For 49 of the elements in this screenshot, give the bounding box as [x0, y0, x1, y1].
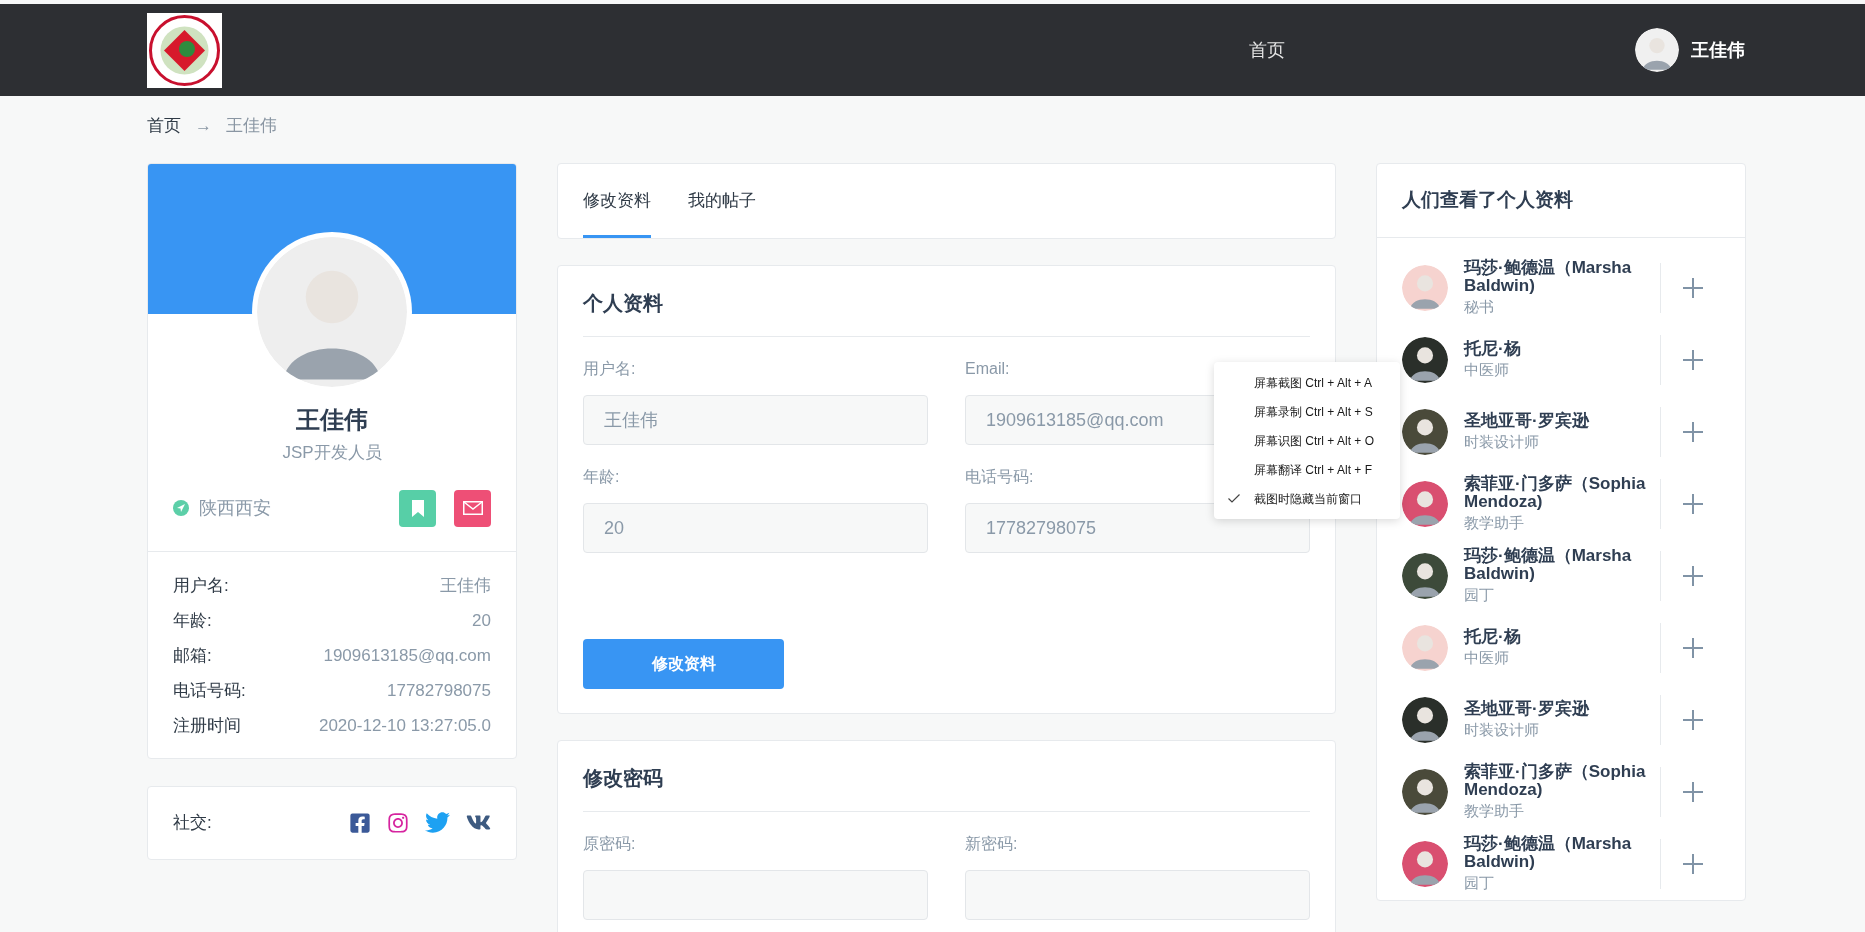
person-role: 中医师	[1464, 360, 1510, 380]
info-value: 2020-12-10 13:27:05.0	[318, 714, 491, 737]
tab[interactable]: 我的帖子	[688, 162, 756, 238]
info-label: 邮箱:	[173, 644, 212, 667]
person-name[interactable]: 玛莎·鲍德温（Marsha Baldwin)	[1464, 835, 1654, 871]
info-value: 20	[472, 609, 491, 632]
person-name[interactable]: 玛莎·鲍德温（Marsha Baldwin)	[1464, 547, 1654, 583]
person-role: 秘书	[1464, 297, 1495, 317]
info-label: 年龄:	[173, 609, 212, 632]
info-label: 注册时间	[173, 714, 241, 737]
person-name[interactable]: 托尼·杨	[1464, 340, 1654, 358]
nav-link[interactable]: 首页	[1249, 36, 1285, 64]
field-label: Email:	[965, 359, 1010, 379]
person-role: 园丁	[1464, 873, 1495, 893]
field-label: 电话号码:	[965, 467, 1034, 487]
person-name[interactable]: 索菲亚·门多萨（Sophia Mendoza)	[1464, 763, 1654, 799]
person-role: 教学助手	[1464, 801, 1525, 821]
section-title: 个人资料	[583, 288, 1310, 337]
info-value: 1909613185@qq.com	[323, 644, 491, 667]
info-value: 王佳伟	[440, 574, 491, 597]
menu-item[interactable]: 屏幕截图 Ctrl + Alt + A	[1214, 368, 1400, 397]
info-label: 用户名:	[173, 574, 229, 597]
arrow-icon: →	[195, 113, 212, 139]
person-role: 园丁	[1464, 585, 1495, 605]
menu-item[interactable]: 屏幕翻译 Ctrl + Alt + F	[1214, 455, 1400, 484]
person-name[interactable]: 圣地亚哥·罗宾逊	[1464, 412, 1654, 430]
social-label: 社交:	[173, 811, 212, 834]
field-label: 新密码:	[965, 834, 1018, 854]
location-text: 陕西西安	[199, 496, 271, 520]
section-title: 修改密码	[583, 763, 1310, 812]
person-role: 中医师	[1464, 648, 1510, 668]
breadcrumb-link[interactable]: 首页	[147, 113, 181, 139]
viewers-title: 人们查看了个人资料	[1377, 164, 1745, 238]
field-label: 年龄:	[583, 467, 620, 487]
person-name[interactable]: 托尼·杨	[1464, 628, 1654, 646]
field-label: 原密码:	[583, 834, 636, 854]
profile-name: 王佳伟	[295, 405, 369, 435]
profile-title: JSP开发人员	[281, 442, 383, 464]
person-name[interactable]: 玛莎·鲍德温（Marsha Baldwin)	[1464, 259, 1654, 295]
tab[interactable]: 修改资料	[583, 162, 651, 238]
person-role: 时装设计师	[1464, 432, 1540, 452]
person-name[interactable]: 圣地亚哥·罗宾逊	[1464, 700, 1654, 718]
person-role: 时装设计师	[1464, 720, 1540, 740]
field-label: 用户名:	[583, 359, 636, 379]
user-name[interactable]: 王佳伟	[1691, 36, 1745, 64]
person-role: 教学助手	[1464, 513, 1525, 533]
person-name[interactable]: 索菲亚·门多萨（Sophia Mendoza)	[1464, 475, 1654, 511]
info-value: 17782798075	[387, 679, 491, 702]
info-label: 电话号码:	[173, 679, 246, 702]
